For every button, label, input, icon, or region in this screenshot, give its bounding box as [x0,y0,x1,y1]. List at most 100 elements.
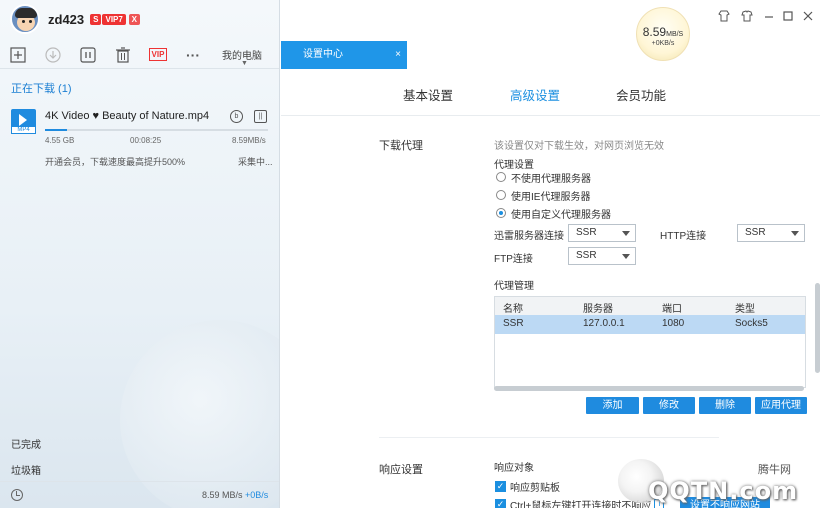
status-bar: 8.59 MB/s +0B/s [0,481,279,508]
checkbox[interactable]: ✓ [495,480,506,492]
minimize-icon[interactable] [763,10,775,22]
tab-advanced-settings[interactable]: 高级设置 [510,85,560,104]
add-proxy-button[interactable]: 添加 [586,397,639,414]
maximize-icon[interactable] [782,10,794,22]
ball-speed-value: 8.59 [642,25,667,39]
chevron-down-icon[interactable]: ▼ [241,60,248,67]
settings-tabs: 基本设置 高级设置 会员功能 [281,70,820,116]
completed-nav[interactable]: 已完成 [11,436,41,451]
user-info[interactable]: zd423 S VIP7 X [10,4,140,34]
task-status: 采集中... [238,157,273,167]
file-name: 4K Video ♥ Beauty of Nature.mp4 [45,110,210,122]
download-task[interactable]: MP4 4K Video ♥ Beauty of Nature.mp4 b ||… [0,100,279,174]
tab-basic-settings[interactable]: 基本设置 [403,85,453,104]
cell-name: SSR [503,318,524,329]
cell-server: 127.0.0.1 [583,318,625,329]
trash-icon[interactable] [113,45,133,65]
http-label: HTTP连接 [660,231,707,242]
http-select[interactable]: SSR [737,224,805,242]
avatar[interactable] [10,4,40,34]
thunder-server-select[interactable]: SSR [568,224,636,242]
radio-no-proxy[interactable]: 不使用代理服务器 [496,170,591,185]
ball-speed-unit: MB/S [666,31,684,38]
shirt-icon[interactable] [741,10,753,22]
table-row[interactable]: SSR 127.0.0.1 1080 Socks5 [495,315,805,334]
radio-button[interactable] [496,172,506,182]
add-icon[interactable] [8,45,28,65]
watermark-text: 腾牛网 [758,464,791,476]
upload-speed: +0B/s [245,490,269,500]
select-value: SSR [745,227,766,238]
title-bar: 设置中心 × [281,0,820,70]
radio-label: 使用IE代理服务器 [511,191,591,203]
column-header: 类型 [735,304,755,315]
progress-fill [45,129,68,131]
chevron-down-icon [791,231,799,236]
column-header: 服务器 [583,304,613,315]
column-header: 名称 [503,304,523,315]
horizontal-scrollbar[interactable] [494,386,804,391]
watermark-logo: QQTN.com [648,477,799,505]
close-icon[interactable] [802,10,814,22]
vip-promo-text[interactable]: 开通会员，下载速度最高提升500% [45,155,185,168]
skin-icon[interactable] [718,10,730,22]
thunder-server-label: 迅雷服务器连接 [494,231,564,242]
play-icon[interactable]: b [230,110,243,123]
checkbox[interactable]: ✓ [495,498,506,508]
ftp-label: FTP连接 [494,254,533,265]
table-header: 名称 服务器 端口 类型 [495,297,805,315]
file-format: MP4 [11,126,36,134]
tab-settings-center[interactable]: 设置中心 × [281,41,407,69]
column-header: 端口 [662,304,682,315]
ftp-select[interactable]: SSR [568,247,636,265]
radio-label: 不使用代理服务器 [511,173,591,185]
download-panel: zd423 S VIP7 X VIP ··· 我的电脑 ▼ 正在下载 (1) M… [0,0,280,508]
more-icon[interactable]: ··· [183,45,203,65]
watermark: 腾牛网 QQTN.com [618,455,818,508]
radio-button-selected[interactable] [496,208,506,218]
alarm-clock-icon[interactable] [11,489,23,501]
cell-port: 1080 [662,318,685,329]
cell-type: Socks5 [735,318,768,329]
pause-task-icon[interactable]: || [254,110,267,123]
response-objects-title: 响应对象 [494,463,534,474]
more-label: ··· [186,46,200,63]
pause-icon[interactable] [78,45,98,65]
apply-proxy-button[interactable]: 应用代理 [755,397,807,414]
radio-button[interactable] [496,190,506,200]
speed-ball[interactable]: 8.59MB/S +0KB/s [636,7,690,61]
task-speed: 8.59MB/s [232,136,266,145]
elapsed-time: 00:08:25 [130,136,162,145]
background-decoration [120,320,279,508]
proxy-note: 该设置仅对下载生效，对网页浏览无效 [494,141,664,152]
close-tab-icon[interactable]: × [395,41,401,69]
downloading-nav[interactable]: 正在下载 (1) [11,80,72,96]
select-value: SSR [576,227,597,238]
section-divider [379,437,719,438]
trash-nav[interactable]: 垃圾箱 [11,462,41,477]
radio-label: 使用自定义代理服务器 [511,209,611,221]
vip-icon[interactable]: VIP [148,45,168,65]
download-icon[interactable] [43,45,63,65]
tab-label: 设置中心 [303,49,343,60]
select-value: SSR [576,250,597,261]
username[interactable]: zd423 [48,12,84,27]
checkbox-clipboard[interactable]: ✓ 响应剪贴板 [495,479,560,494]
download-speed: 8.59 MB/s [202,490,243,500]
radio-ie-proxy[interactable]: 使用IE代理服务器 [496,188,591,203]
settings-center: 基本设置 高级设置 会员功能 下载代理 该设置仅对下载生效，对网页浏览无效 代理… [281,70,820,508]
vip-label: VIP [148,48,168,61]
delete-proxy-button[interactable]: 删除 [699,397,751,414]
radio-custom-proxy[interactable]: 使用自定义代理服务器 [496,206,611,221]
section-response-settings: 响应设置 [379,464,423,476]
dollar-badge: S [90,13,102,25]
file-size: 4.55 GB [45,136,75,145]
proxy-manage-title: 代理管理 [494,281,534,292]
ball-speed: 8.59MB/S [637,25,689,39]
total-speed: 8.59 MB/s +0B/s [202,490,268,500]
proxy-table: 名称 服务器 端口 类型 SSR 127.0.0.1 1080 Socks5 [494,296,806,388]
vertical-scrollbar[interactable] [815,283,820,373]
edit-proxy-button[interactable]: 修改 [643,397,695,414]
tab-member-features[interactable]: 会员功能 [616,85,666,104]
chevron-down-icon [622,254,630,259]
